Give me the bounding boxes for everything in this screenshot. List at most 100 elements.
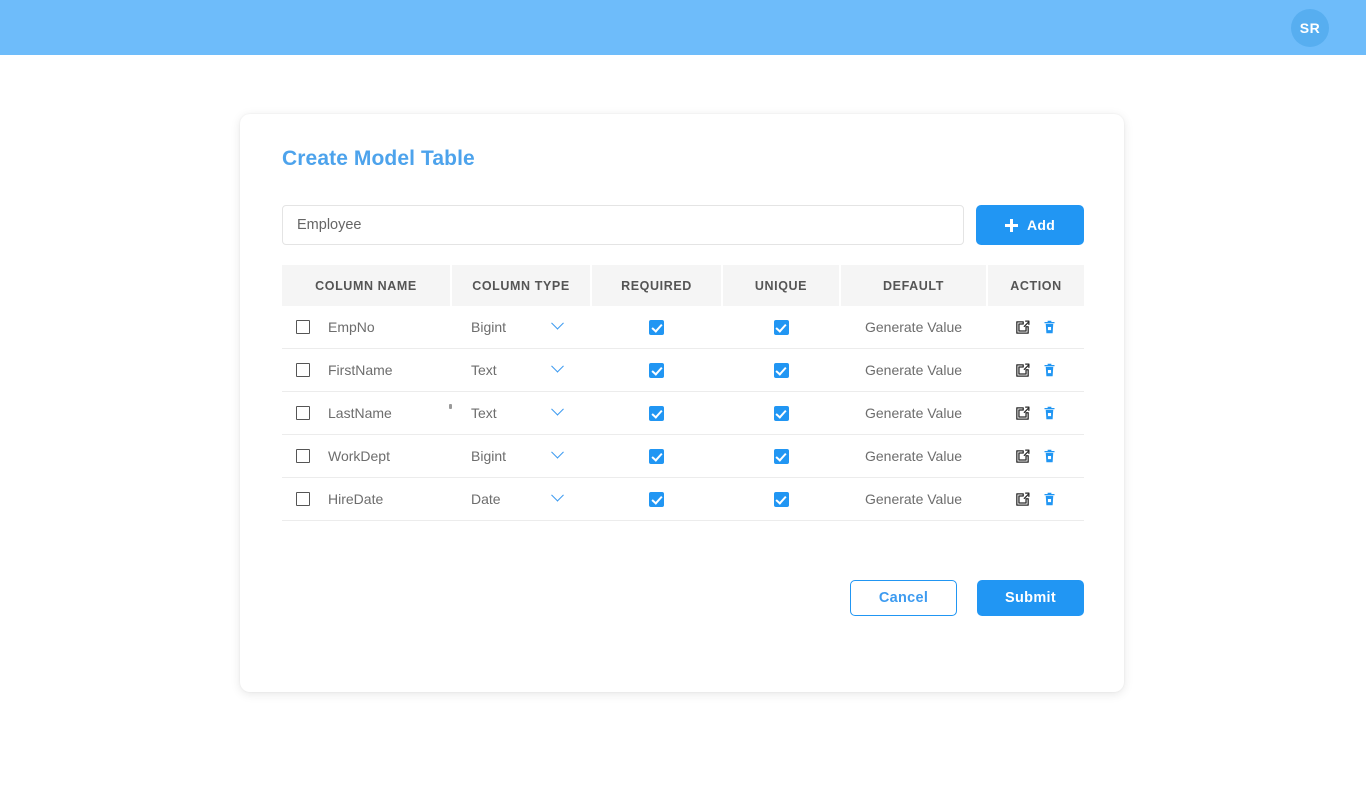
cell-action xyxy=(987,435,1084,478)
unique-checkbox[interactable] xyxy=(774,363,789,378)
cell-column-type: Text xyxy=(451,349,591,392)
chevron-down-icon xyxy=(551,316,564,329)
chevron-down-icon xyxy=(551,359,564,372)
required-checkbox[interactable] xyxy=(649,406,664,421)
table-name-input[interactable] xyxy=(282,205,964,245)
required-checkbox[interactable] xyxy=(649,449,664,464)
trash-icon[interactable] xyxy=(1042,362,1057,378)
cell-column-name: FirstName xyxy=(282,349,451,392)
cell-required xyxy=(591,392,722,435)
cancel-button[interactable]: Cancel xyxy=(850,580,957,616)
unique-checkbox[interactable] xyxy=(774,320,789,335)
cell-required xyxy=(591,435,722,478)
cell-action xyxy=(987,392,1084,435)
cell-column-type: Date xyxy=(451,478,591,521)
cell-unique xyxy=(722,306,840,349)
submit-button[interactable]: Submit xyxy=(977,580,1084,616)
cell-column-name: EmpNo xyxy=(282,306,451,349)
column-name-label: EmpNo xyxy=(328,319,375,335)
cell-default: Generate Value xyxy=(840,435,987,478)
column-type-label: Text xyxy=(471,405,497,421)
avatar-initials: SR xyxy=(1300,20,1320,36)
edit-icon[interactable] xyxy=(1014,448,1031,465)
column-type-select[interactable]: Text xyxy=(452,350,590,390)
header-unique: UNIQUE xyxy=(722,265,840,306)
column-type-select[interactable]: Bigint xyxy=(452,307,590,347)
column-type-select[interactable]: Bigint xyxy=(452,436,590,476)
edit-icon[interactable] xyxy=(1014,319,1031,336)
cell-required xyxy=(591,478,722,521)
unique-checkbox[interactable] xyxy=(774,449,789,464)
edit-icon[interactable] xyxy=(1014,405,1031,422)
cell-column-type: Text xyxy=(451,392,591,435)
header-required: REQUIRED xyxy=(591,265,722,306)
column-name-label: WorkDept xyxy=(328,448,390,464)
top-navigation-bar: SR xyxy=(0,0,1366,55)
cell-action xyxy=(987,349,1084,392)
trash-icon[interactable] xyxy=(1042,405,1057,421)
column-type-label: Bigint xyxy=(471,319,506,335)
chevron-down-icon xyxy=(551,445,564,458)
row-select-checkbox[interactable] xyxy=(296,320,310,334)
unique-checkbox[interactable] xyxy=(774,406,789,421)
columns-table: COLUMN NAME COLUMN TYPE REQUIRED UNIQUE … xyxy=(282,265,1084,521)
column-type-label: Bigint xyxy=(471,448,506,464)
header-column-type: COLUMN TYPE xyxy=(451,265,591,306)
table-row: HireDate Date Generate Value xyxy=(282,478,1084,521)
chevron-down-icon xyxy=(551,488,564,501)
column-name-label: HireDate xyxy=(328,491,383,507)
row-select-checkbox[interactable] xyxy=(296,406,310,420)
plus-icon xyxy=(1005,219,1018,232)
cell-column-type: Bigint xyxy=(451,435,591,478)
column-type-select[interactable]: Text xyxy=(452,393,590,433)
trash-icon[interactable] xyxy=(1042,491,1057,507)
table-row: FirstName Text Generate Value xyxy=(282,349,1084,392)
row-select-checkbox[interactable] xyxy=(296,449,310,463)
table-header: COLUMN NAME COLUMN TYPE REQUIRED UNIQUE … xyxy=(282,265,1084,306)
cell-unique xyxy=(722,435,840,478)
cell-default: Generate Value xyxy=(840,306,987,349)
cell-required xyxy=(591,349,722,392)
cell-default: Generate Value xyxy=(840,478,987,521)
cell-default: Generate Value xyxy=(840,392,987,435)
edit-icon[interactable] xyxy=(1014,491,1031,508)
required-checkbox[interactable] xyxy=(649,492,664,507)
table-row: EmpNo Bigint Generate Value xyxy=(282,306,1084,349)
table-row: LastName Text Generate Value xyxy=(282,392,1084,435)
chevron-down-icon xyxy=(551,402,564,415)
cell-unique xyxy=(722,349,840,392)
column-name-label: FirstName xyxy=(328,362,393,378)
trash-icon[interactable] xyxy=(1042,448,1057,464)
column-type-label: Text xyxy=(471,362,497,378)
cell-column-name: HireDate xyxy=(282,478,451,521)
unique-checkbox[interactable] xyxy=(774,492,789,507)
cell-column-name: LastName xyxy=(282,392,451,435)
cell-unique xyxy=(722,392,840,435)
add-button-label: Add xyxy=(1027,217,1055,233)
avatar[interactable]: SR xyxy=(1291,9,1329,47)
create-model-table-card: Create Model Table Add COLUMN NAME COLUM… xyxy=(240,114,1124,692)
form-actions: Cancel Submit xyxy=(282,580,1084,616)
page-title: Create Model Table xyxy=(282,147,475,171)
cell-column-type: Bigint xyxy=(451,306,591,349)
header-action: ACTION xyxy=(987,265,1084,306)
add-column-button[interactable]: Add xyxy=(976,205,1084,245)
required-checkbox[interactable] xyxy=(649,320,664,335)
cell-action xyxy=(987,306,1084,349)
cell-column-name: WorkDept xyxy=(282,435,451,478)
trash-icon[interactable] xyxy=(1042,319,1057,335)
cell-action xyxy=(987,478,1084,521)
column-type-select[interactable]: Date xyxy=(452,479,590,519)
edit-icon[interactable] xyxy=(1014,362,1031,379)
cell-required xyxy=(591,306,722,349)
table-row: WorkDept Bigint Generate Value xyxy=(282,435,1084,478)
row-select-checkbox[interactable] xyxy=(296,492,310,506)
table-name-form: Add xyxy=(282,205,1084,245)
table-header-row: COLUMN NAME COLUMN TYPE REQUIRED UNIQUE … xyxy=(282,265,1084,306)
row-select-checkbox[interactable] xyxy=(296,363,310,377)
required-checkbox[interactable] xyxy=(649,363,664,378)
cell-default: Generate Value xyxy=(840,349,987,392)
header-column-name: COLUMN NAME xyxy=(282,265,451,306)
header-default: DEFAULT xyxy=(840,265,987,306)
column-name-label: LastName xyxy=(328,405,392,421)
